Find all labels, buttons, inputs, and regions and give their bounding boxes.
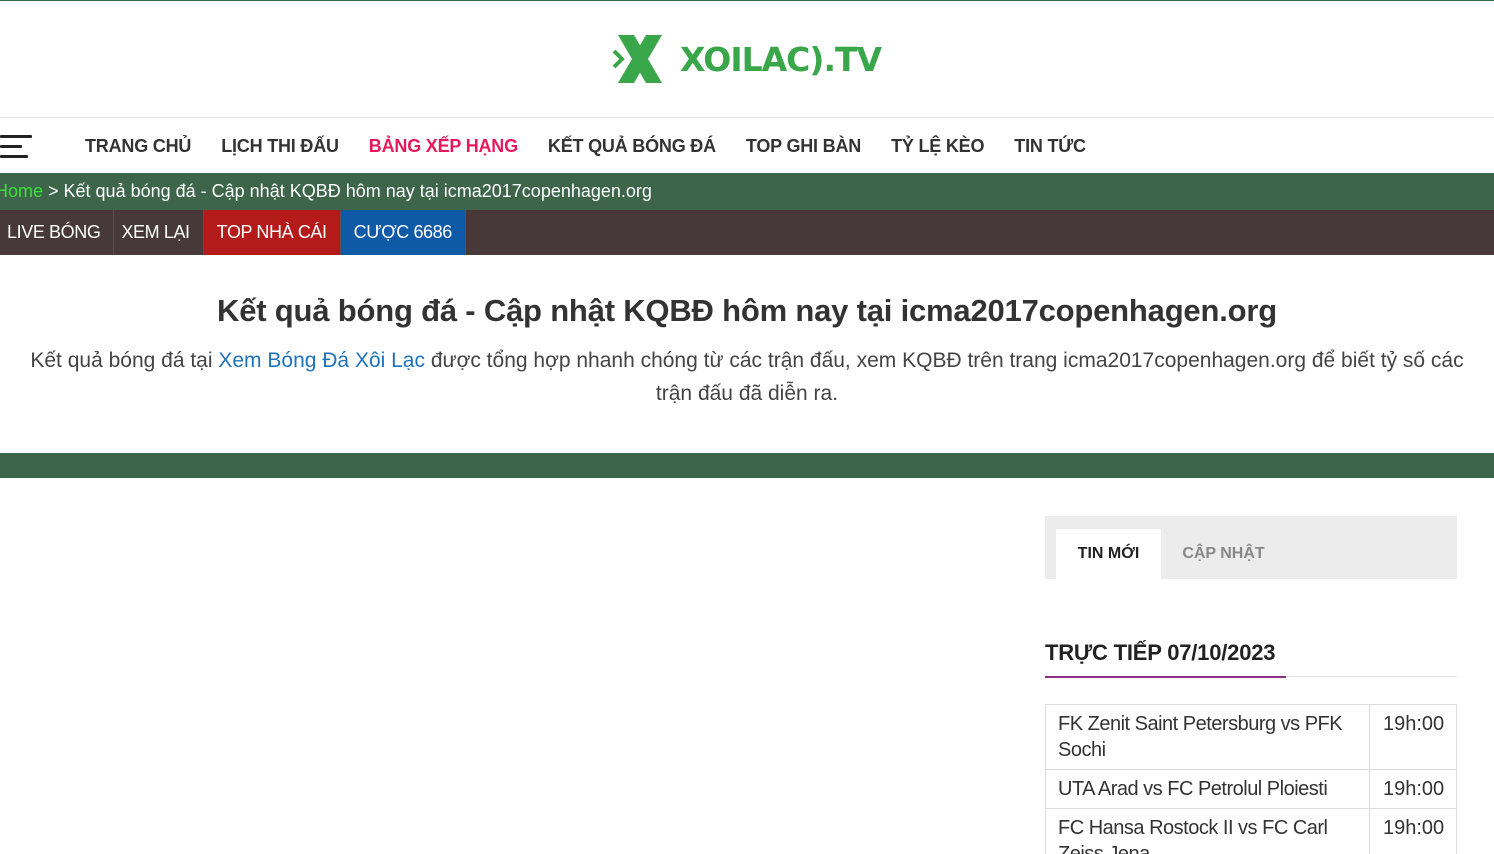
nav-item-trang-chu[interactable]: TRANG CHỦ [70, 136, 206, 157]
live-section-title: TRỰC TIẾP 07/10/2023 [1045, 640, 1276, 665]
main-nav-list: TRANG CHỦ LỊCH THI ĐẤU BẢNG XẾP HẠNG KẾT… [70, 118, 1101, 174]
intro-text: Kết quả bóng đá tại Xem Bóng Đá Xôi Lạc … [20, 344, 1474, 410]
section-divider-bar [0, 453, 1494, 478]
menu-icon[interactable] [0, 135, 34, 159]
tab-cap-nhat[interactable]: CẬP NHẬT [1161, 529, 1286, 579]
intro-link[interactable]: Xem Bóng Đá Xôi Lạc [218, 349, 425, 372]
match-teams[interactable]: FC Hansa Rostock II vs FC Carl Zeiss Jen… [1046, 809, 1370, 854]
breadcrumb-separator: > [43, 181, 64, 201]
intro-text-after: được tổng hợp nhanh chóng từ các trận đấ… [425, 349, 1464, 405]
subnav-cuoc-6686[interactable]: CƯỢC 6686 [340, 210, 466, 255]
match-row[interactable]: FK Zenit Saint Petersburg vs PFK Sochi 1… [1046, 705, 1456, 770]
subnav-live-bong[interactable]: LIVE BÓNG [0, 210, 115, 255]
xoilac-logo-icon [612, 35, 662, 83]
nav-item-bang-xep-hang[interactable]: BẢNG XẾP HẠNG [354, 136, 533, 157]
nav-item-tin-tuc[interactable]: TIN TỨC [999, 136, 1101, 157]
nav-item-ket-qua-bong-da[interactable]: KẾT QUẢ BÓNG ĐÁ [533, 136, 731, 157]
breadcrumb: Home > Kết quả bóng đá - Cập nhật KQBĐ h… [0, 173, 1494, 210]
match-time: 19h:00 [1383, 778, 1445, 800]
breadcrumb-home-link[interactable]: Home [0, 181, 43, 201]
main-nav: TRANG CHỦ LỊCH THI ĐẤU BẢNG XẾP HẠNG KẾT… [0, 117, 1494, 173]
section-title-underline [1045, 676, 1457, 678]
intro-text-before: Kết quả bóng đá tại [30, 349, 219, 372]
site-logo[interactable]: XOILAC).TV [612, 28, 882, 90]
nav-item-ty-le-keo[interactable]: TỶ LỆ KÈO [876, 136, 999, 157]
nav-item-top-ghi-ban[interactable]: TOP GHI BÀN [731, 136, 876, 157]
nav-item-lich-thi-dau[interactable]: LỊCH THI ĐẤU [206, 136, 354, 157]
sub-nav: LIVE BÓNG XEM LẠI TOP NHÀ CÁI CƯỢC 6686 [0, 210, 1494, 255]
match-time: 19h:00 [1383, 713, 1445, 735]
site-header: XOILAC).TV [0, 1, 1494, 117]
page-title: Kết quả bóng đá - Cập nhật KQBĐ hôm nay … [217, 293, 1277, 328]
match-time: 19h:00 [1383, 817, 1445, 839]
match-teams[interactable]: FK Zenit Saint Petersburg vs PFK Sochi [1046, 705, 1370, 769]
subnav-xem-lai[interactable]: XEM LẠI [114, 210, 204, 255]
sidebar-tabs: TIN MỚI CẬP NHẬT [1045, 516, 1457, 579]
breadcrumb-current: Kết quả bóng đá - Cập nhật KQBĐ hôm nay … [63, 181, 652, 201]
match-row[interactable]: UTA Arad vs FC Petrolul Ploiesti 19h:00 [1046, 770, 1456, 809]
subnav-top-nha-cai[interactable]: TOP NHÀ CÁI [203, 210, 341, 255]
match-teams[interactable]: UTA Arad vs FC Petrolul Ploiesti [1046, 770, 1370, 808]
logo-text: XOILAC).TV [680, 39, 882, 79]
match-row[interactable]: FC Hansa Rostock II vs FC Carl Zeiss Jen… [1046, 809, 1456, 854]
live-match-table: FK Zenit Saint Petersburg vs PFK Sochi 1… [1045, 704, 1457, 854]
tab-tin-moi[interactable]: TIN MỚI [1056, 529, 1161, 579]
